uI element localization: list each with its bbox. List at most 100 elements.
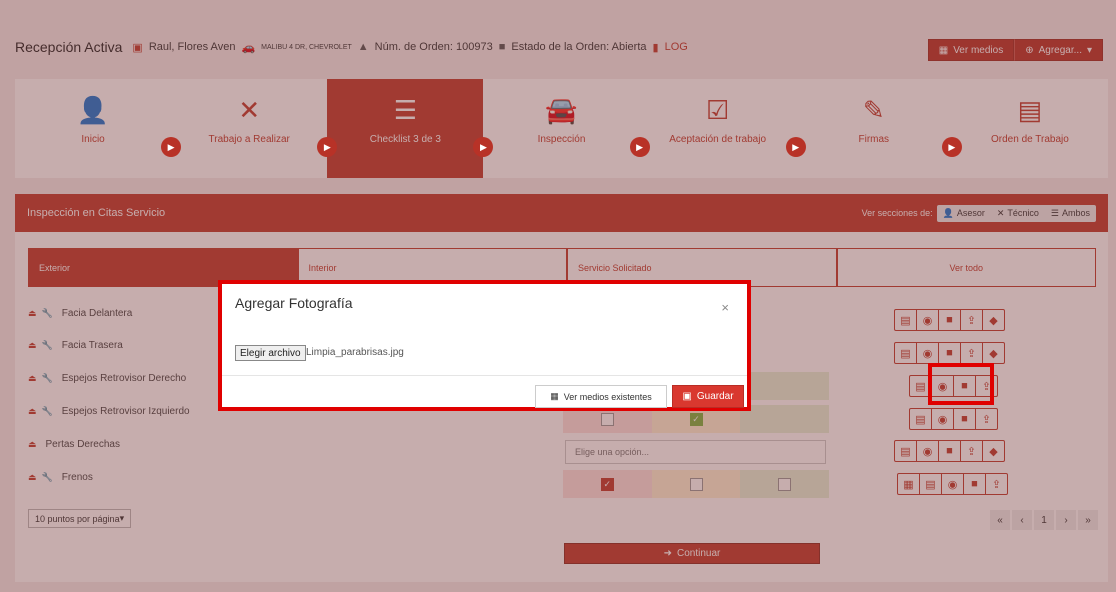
order-number: Núm. de Orden: 100973 [374, 41, 493, 53]
continuar-label: Continuar [677, 548, 721, 559]
asesor-button[interactable]: 👤 Asesor [937, 205, 991, 222]
step-inspeccion[interactable]: 🚘 Inspección ▶ [483, 79, 650, 178]
customer-name: Raul, Flores Aven [148, 41, 236, 53]
next-page-button[interactable]: › [1056, 510, 1076, 530]
car-icon: 🚗 [241, 41, 256, 54]
upload-icon[interactable]: ⇪ [960, 440, 983, 462]
grid-icon: ▦ [938, 44, 949, 56]
eject-icon[interactable]: ⏏ [28, 373, 37, 384]
chevron-right-icon[interactable]: ▶ [941, 137, 962, 157]
video-icon[interactable]: ■ [938, 342, 961, 364]
camera-icon[interactable]: ◉ [941, 473, 964, 495]
video-icon[interactable]: ■ [938, 440, 961, 462]
step-label: Orden de Trabajo [991, 134, 1069, 145]
ambos-button[interactable]: ☰ Ambos [1045, 205, 1096, 222]
item-label: Espejos Retrovisor Derecho [61, 372, 187, 384]
log-link[interactable]: LOG [665, 41, 688, 53]
step-label: Aceptación de trabajo [669, 134, 766, 145]
file-icon[interactable]: ▤ [894, 309, 917, 331]
continuar-button[interactable]: ➜ Continuar [564, 543, 820, 564]
camera-icon[interactable]: ◉ [916, 342, 939, 364]
checkbox[interactable] [600, 412, 614, 426]
upload-icon[interactable]: ⇪ [975, 375, 998, 397]
video-icon[interactable]: ■ [963, 473, 986, 495]
file-icon[interactable]: ▤ [919, 473, 942, 495]
signature-icon: ✎ [862, 95, 885, 125]
chevron-right-icon[interactable]: ▶ [785, 137, 806, 157]
item-label: Facia Delantera [61, 307, 133, 319]
checkbox-checked[interactable]: ✓ [600, 477, 614, 491]
file-icon[interactable]: ▤ [894, 342, 917, 364]
close-icon[interactable]: × [721, 300, 729, 315]
last-page-button[interactable]: » [1078, 510, 1098, 530]
paint-bucket-icon[interactable]: ◆ [982, 309, 1005, 331]
camera-icon[interactable]: ◉ [916, 309, 939, 331]
step-inicio[interactable]: 👤 Inicio ▶ [15, 79, 182, 178]
per-page-label: 10 puntos por página [35, 513, 120, 524]
file-icon[interactable]: ▤ [909, 408, 932, 430]
step-label: Inicio [81, 134, 105, 145]
ver-medios-button[interactable]: ▦ Ver medios [927, 39, 1015, 61]
upload-icon[interactable]: ⇪ [960, 309, 983, 331]
vehicle-name: MALIBU 4 DR, CHEVROLET [261, 43, 352, 51]
first-page-button[interactable]: « [990, 510, 1010, 530]
modal-title: Agregar Fotografía [235, 295, 353, 311]
upload-icon[interactable]: ⇪ [960, 342, 983, 364]
step-orden[interactable]: ▤ Orden de Trabajo [952, 79, 1108, 178]
eject-icon[interactable]: ⏏ [28, 472, 37, 483]
header-actions: ▦ Ver medios ⊕ Agregar... ▾ [927, 39, 1103, 61]
eject-icon[interactable]: ⏏ [28, 308, 37, 319]
step-firmas[interactable]: ✎ Firmas ▶ [796, 79, 962, 178]
paint-bucket-icon[interactable]: ◆ [982, 440, 1005, 462]
camera-icon[interactable]: ◉ [931, 375, 954, 397]
option-select[interactable]: Elige una opción... [565, 440, 826, 464]
folder-icon: ■ [498, 41, 506, 53]
tecnico-button[interactable]: ✕ Técnico [991, 205, 1045, 222]
upload-icon[interactable]: ⇪ [985, 473, 1008, 495]
checkbox[interactable] [778, 477, 792, 491]
video-icon[interactable]: ■ [938, 309, 961, 331]
wrench-icon: 🔧 [41, 307, 53, 318]
save-icon: ▣ [682, 391, 692, 402]
upload-icon[interactable]: ⇪ [975, 408, 998, 430]
choose-file-button[interactable]: Elegir archivo [235, 345, 306, 361]
user-icon: 👤 [942, 207, 954, 218]
trash-icon: ▮ [652, 41, 659, 54]
file-name: Limpia_parabrisas.jpg [306, 347, 404, 358]
camera-icon[interactable]: ◉ [931, 408, 954, 430]
status-band: ✓ [563, 470, 830, 498]
row-actions: ▤ ◉ ■ ⇪ [909, 408, 998, 430]
chevron-right-icon[interactable]: ▶ [161, 137, 182, 157]
tab-ver-todo[interactable]: Ver todo [836, 248, 1096, 287]
row-actions: ▦ ▤ ◉ ■ ⇪ [897, 473, 1008, 495]
eject-icon[interactable]: ⏏ [28, 406, 37, 417]
video-icon[interactable]: ■ [953, 375, 976, 397]
file-icon[interactable]: ▤ [909, 375, 932, 397]
step-trabajo[interactable]: ✕ Trabajo a Realizar ▶ [171, 79, 338, 178]
chevron-right-icon[interactable]: ▶ [629, 137, 650, 157]
band-warn [651, 470, 741, 498]
item-label: Espejos Retrovisor Izquierdo [61, 405, 190, 417]
video-icon[interactable]: ■ [953, 408, 976, 430]
road-icon: ▲ [357, 41, 369, 53]
prev-page-button[interactable]: ‹ [1012, 510, 1032, 530]
guardar-button[interactable]: ▣ Guardar [672, 385, 744, 408]
camera-icon[interactable]: ◉ [916, 440, 939, 462]
file-icon[interactable]: ▤ [894, 440, 917, 462]
paint-bucket-icon[interactable]: ◆ [982, 342, 1005, 364]
band-ok [740, 372, 830, 400]
agregar-dropdown-button[interactable]: ⊕ Agregar... ▾ [1014, 39, 1103, 61]
ver-medios-existentes-button[interactable]: ▦ Ver medios existentes [535, 385, 667, 408]
checkbox[interactable] [689, 477, 703, 491]
checkbox-checked[interactable]: ✓ [689, 412, 703, 426]
panel-title: Inspección en Citas Servicio [27, 207, 166, 219]
step-checklist[interactable]: ☰ Checklist 3 de 3 ▶ [327, 79, 494, 178]
step-aceptacion[interactable]: ☑ Aceptación de trabajo ▶ [640, 79, 806, 178]
page-1-button[interactable]: 1 [1034, 510, 1054, 530]
per-page-dropdown[interactable]: 10 puntos por página ▾ [28, 509, 132, 528]
eject-icon[interactable]: ⏏ [28, 439, 37, 450]
grid-icon[interactable]: ▦ [897, 473, 920, 495]
wizard-stepper: 👤 Inicio ▶ ✕ Trabajo a Realizar ▶ ☰ Chec… [15, 79, 1108, 178]
asesor-label: Asesor [956, 208, 985, 218]
eject-icon[interactable]: ⏏ [28, 340, 37, 351]
